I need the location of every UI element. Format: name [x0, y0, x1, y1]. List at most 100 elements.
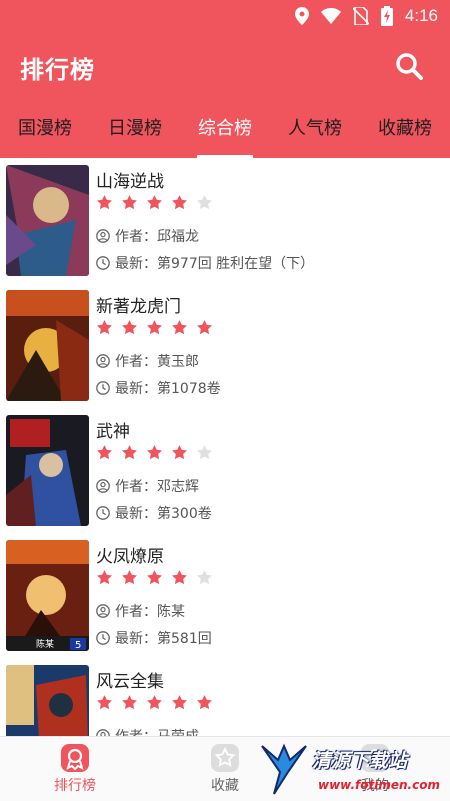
clock-icon — [96, 631, 110, 645]
ranking-list: 山海逆战 作者： 邱福龙 最新： 第977回 胜利在望（下） 新著龙虎门 作者：… — [0, 158, 450, 736]
cover-author-tag: 陈某 — [36, 638, 54, 650]
author-label: 作者： — [115, 354, 157, 370]
rating-stars — [96, 319, 213, 336]
star-icon — [172, 695, 187, 710]
search-icon[interactable] — [394, 51, 424, 81]
nav-profile[interactable]: 我的 — [300, 737, 450, 801]
author-row: 作者： 邓志辉 — [96, 476, 199, 496]
nav-collection[interactable]: 收藏 — [150, 737, 300, 801]
star-icon — [147, 195, 162, 210]
star-icon — [197, 445, 212, 460]
author-label: 作者： — [115, 229, 157, 245]
latest-row: 最新： 第581回 — [96, 628, 212, 648]
star-icon — [122, 320, 137, 335]
tab-riman[interactable]: 日漫榜 — [90, 100, 180, 158]
author-label: 作者： — [115, 726, 157, 736]
star-icon — [197, 695, 212, 710]
battery-charging-icon — [380, 6, 393, 26]
list-item[interactable]: 风云全集 作者：马荣成 — [0, 658, 450, 736]
star-icon — [147, 695, 162, 710]
comic-cover[interactable] — [6, 290, 89, 401]
list-item[interactable]: 新著龙虎门 作者： 黄玉郎 最新： 第1078卷 — [0, 283, 450, 408]
list-item[interactable]: 山海逆战 作者： 邱福龙 最新： 第977回 胜利在望（下） — [0, 158, 450, 283]
latest-label: 最新： — [115, 506, 157, 522]
author-label: 作者： — [115, 604, 157, 620]
latest-chapter: 第581回 — [157, 631, 212, 647]
latest-row: 最新： 第300卷 — [96, 503, 212, 523]
star-icon — [197, 195, 212, 210]
status-bar: 4:16 — [0, 0, 450, 32]
latest-row: 最新： 第1078卷 — [96, 378, 221, 398]
profile-icon — [361, 744, 389, 772]
author-name: 邱福龙 — [157, 229, 199, 245]
latest-chapter: 第300卷 — [157, 506, 212, 522]
latest-chapter: 第977回 胜利在望（下） — [157, 256, 315, 272]
star-icon — [122, 195, 137, 210]
comic-title: 火凤燎原 — [96, 547, 164, 567]
nav-ranking[interactable]: 排行榜 — [0, 737, 150, 801]
star-icon — [147, 320, 162, 335]
star-icon — [172, 570, 187, 585]
user-icon — [96, 229, 110, 243]
star-icon — [172, 320, 187, 335]
author-row: 作者： 黄玉郎 — [96, 351, 199, 371]
user-icon — [96, 604, 110, 618]
star-icon — [147, 570, 162, 585]
star-icon — [197, 570, 212, 585]
no-sim-icon — [352, 7, 369, 25]
collection-star-icon — [211, 744, 239, 772]
clock-icon — [96, 256, 110, 270]
tab-zonghe[interactable]: 综合榜 — [180, 100, 270, 158]
rating-stars — [96, 444, 213, 461]
tab-guoman[interactable]: 国漫榜 — [0, 100, 90, 158]
nav-label: 收藏 — [211, 778, 239, 794]
location-icon — [294, 7, 309, 25]
latest-label: 最新： — [115, 631, 157, 647]
author-name: 邓志辉 — [157, 479, 199, 495]
star-icon — [97, 320, 112, 335]
latest-chapter: 第1078卷 — [157, 381, 221, 397]
star-icon — [97, 570, 112, 585]
clock-icon — [96, 506, 110, 520]
star-icon — [172, 195, 187, 210]
tab-shoucang[interactable]: 收藏榜 — [360, 100, 450, 158]
bottom-nav: 排行榜 收藏 我的 — [0, 736, 450, 801]
status-time: 4:16 — [404, 6, 438, 25]
tab-renqi[interactable]: 人气榜 — [270, 100, 360, 158]
star-icon — [172, 445, 187, 460]
latest-label: 最新： — [115, 256, 157, 272]
category-tabs: 国漫榜 日漫榜 综合榜 人气榜 收藏榜 — [0, 100, 450, 158]
latest-label: 最新： — [115, 381, 157, 397]
comic-cover[interactable] — [6, 665, 89, 736]
author-name: 黄玉郎 — [157, 354, 199, 370]
rating-stars — [96, 569, 213, 586]
comic-cover[interactable] — [6, 415, 89, 526]
list-item[interactable]: 武神 作者： 邓志辉 最新： 第300卷 — [0, 408, 450, 533]
author-row: 作者：马荣成 — [96, 726, 199, 736]
user-icon — [96, 354, 110, 368]
comic-cover[interactable]: 陈某 5 — [6, 540, 89, 651]
star-icon — [122, 695, 137, 710]
comic-title: 新著龙虎门 — [96, 297, 181, 317]
list-item[interactable]: 陈某 5 火凤燎原 作者： 陈某 最新： 第581回 — [0, 533, 450, 658]
star-icon — [97, 695, 112, 710]
status-icons: 4:16 — [294, 5, 438, 27]
nav-label: 排行榜 — [54, 778, 96, 794]
author-label: 作者： — [115, 479, 157, 495]
rating-stars — [96, 694, 213, 711]
comic-cover[interactable] — [6, 165, 89, 276]
user-icon — [96, 729, 110, 736]
cover-volume-badge: 5 — [75, 640, 81, 651]
star-icon — [97, 195, 112, 210]
nav-label: 我的 — [361, 778, 389, 794]
author-name: 陈某 — [157, 604, 185, 620]
comic-title: 风云全集 — [96, 672, 164, 692]
comic-title: 山海逆战 — [96, 172, 164, 192]
wifi-icon — [320, 8, 341, 24]
ranking-icon — [61, 744, 89, 772]
user-icon — [96, 479, 110, 493]
author-name: 马荣成 — [157, 726, 199, 736]
clock-icon — [96, 381, 110, 395]
app-bar: 排行榜 — [0, 32, 450, 100]
star-icon — [122, 570, 137, 585]
